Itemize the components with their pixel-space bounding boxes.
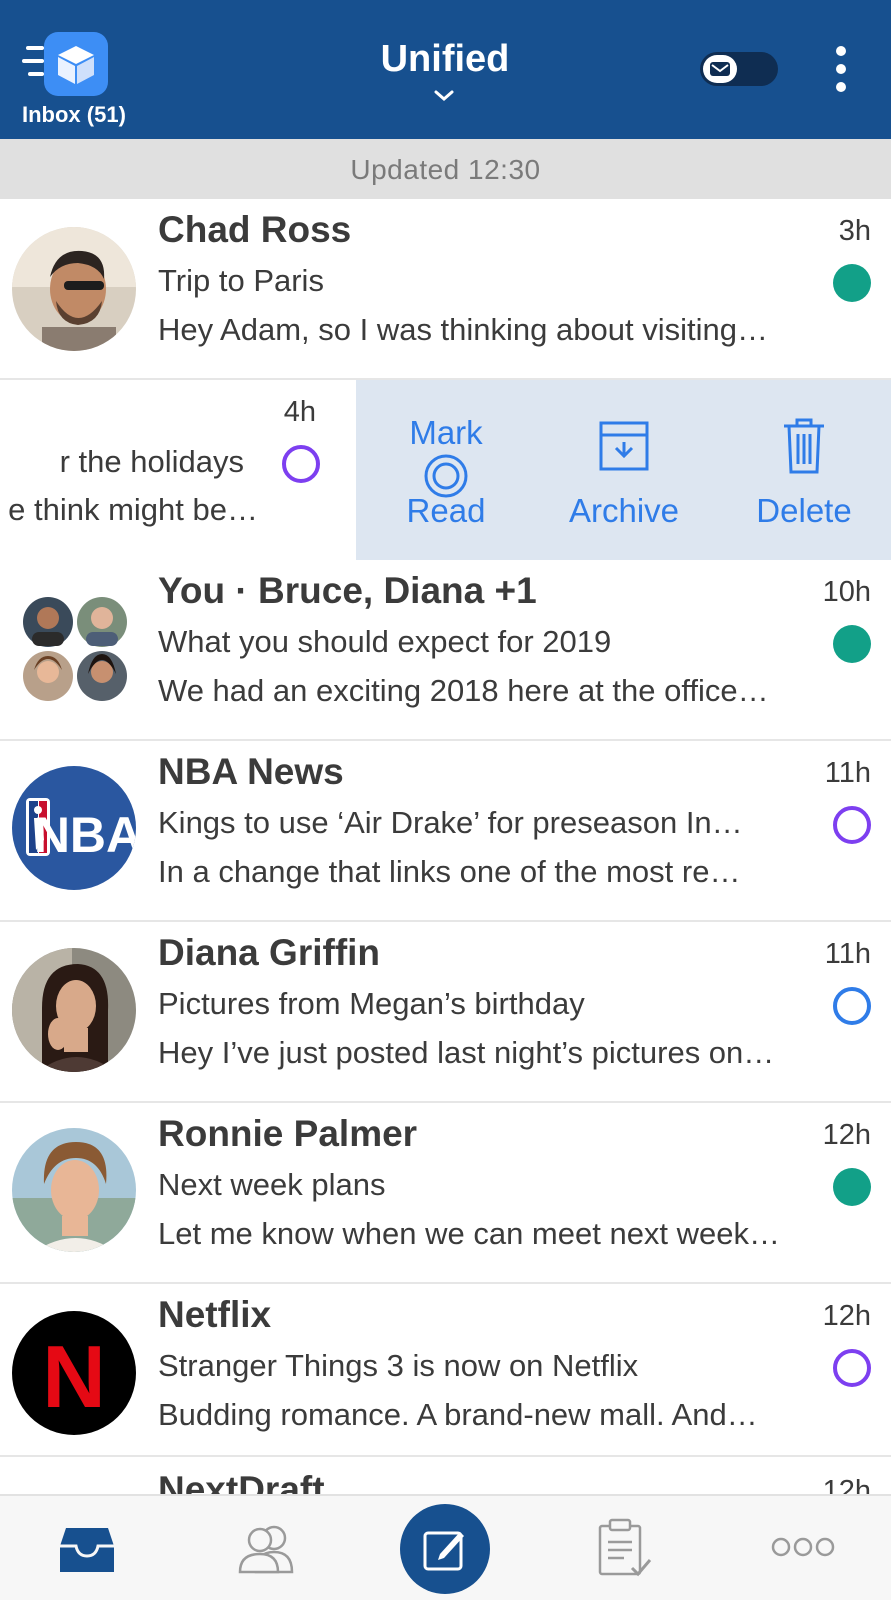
message-preview: e think might be… [8,492,258,527]
swipe-actions-panel: Mark Read Archive Delete [356,380,891,560]
cube-icon [44,32,108,96]
mail-icon [703,55,737,83]
more-icon [771,1537,835,1557]
archive-label: Archive [568,492,680,529]
netflix-wordmark: N [42,1327,106,1426]
message-subject: r the holidays [59,444,244,479]
nba-wordmark: NBA [34,807,136,863]
message-preview: Hey Adam, so I was thinking about visiti… [158,312,768,347]
avatar [12,227,136,351]
mark-read-label-bottom: Read [406,492,486,529]
sender-name: NextDraft [158,1469,325,1494]
page-title[interactable]: Unified [345,38,545,81]
trash-icon [784,418,824,474]
message-time: 12h [822,1119,871,1151]
more-tab[interactable] [744,1496,864,1600]
avatar [12,1128,136,1252]
contacts-icon [238,1525,294,1574]
updated-timestamp: Updated 12:30 [350,154,541,185]
message-row[interactable]: Ronnie Palmer 12h Next week plans Let me… [0,1103,891,1284]
message-subject: Stranger Things 3 is now on Netflix [158,1348,639,1383]
sender-name: NBA News [158,751,344,792]
unread-indicator[interactable] [833,1168,871,1206]
message-row[interactable]: You · Bruce, Diana +1 10h What you shoul… [0,560,891,741]
chevron-down-icon[interactable] [432,88,456,104]
message-preview: Hey I’ve just posted last night’s pictur… [158,1035,775,1070]
message-preview: Budding romance. A brand-new mall. And… [158,1397,758,1432]
message-row[interactable]: Chad Ross 3h Trip to Paris Hey Adam, so … [0,199,891,380]
sender-name: Netflix [158,1294,272,1335]
message-time: 10h [822,576,871,608]
message-time: 12h [822,1475,871,1494]
unread-indicator[interactable] [833,987,871,1025]
message-time: 4h [283,396,316,428]
message-row[interactable]: NBA NBA News 11h Kings to use ‘Air Drake… [0,741,891,922]
bottom-navigation [0,1494,891,1600]
compose-icon [423,1531,464,1571]
unread-indicator[interactable] [833,806,871,844]
menu-lines-icon [22,46,44,78]
unread-indicator[interactable] [833,625,871,663]
message-preview: In a change that links one of the most r… [158,854,741,889]
message-row[interactable]: N Netflix 12h Stranger Things 3 is now o… [0,1284,891,1457]
netflix-logo-avatar: N [12,1311,136,1435]
sender-name: Diana Griffin [158,932,381,973]
unread-indicator[interactable] [833,264,871,302]
message-row[interactable]: Diana Griffin 11h Pictures from Megan’s … [0,922,891,1103]
inbox-count-label: Inbox (51) [22,102,126,127]
message-subject: Pictures from Megan’s birthday [158,986,585,1021]
sync-status-bar: Updated 12:30 [0,139,891,199]
message-preview: We had an exciting 2018 here at the offi… [158,673,769,708]
sender-name: Ronnie Palmer [158,1113,418,1154]
message-preview: Let me know when we can meet next week… [158,1216,781,1251]
mark-read-button[interactable]: Mark Read [356,380,536,560]
group-avatar [22,596,128,702]
kebab-icon[interactable] [826,44,856,94]
unread-indicator[interactable] [282,445,320,483]
compose-button[interactable] [400,1504,490,1594]
message-subject: Next week plans [158,1167,386,1202]
sender-name: Chad Ross [158,209,352,250]
swiped-message-content[interactable]: 4h r the holidays e think might be… [0,380,356,560]
swiped-message-row[interactable]: 4h r the holidays e think might be… Mark… [0,380,891,560]
inbox-tab[interactable] [28,1496,148,1600]
unread-indicator[interactable] [833,1349,871,1387]
message-time: 11h [824,938,871,970]
message-row[interactable]: NextDraft 12h [0,1457,891,1494]
tasks-icon [598,1518,652,1577]
delete-button[interactable]: Delete [714,380,891,560]
avatar [12,948,136,1072]
mark-read-label-top: Mark [409,414,483,451]
delete-label: Delete [756,492,852,529]
tasks-tab[interactable] [562,1496,682,1600]
message-subject: Trip to Paris [158,263,324,298]
archive-button[interactable]: Archive [534,380,714,560]
inbox-icon [60,1528,114,1572]
message-subject: What you should expect for 2019 [158,624,612,659]
contacts-tab[interactable] [206,1496,326,1600]
sender-name: You · Bruce, Diana +1 [158,570,537,611]
archive-icon [599,421,649,471]
nba-logo-avatar: NBA [12,766,136,890]
message-subject: Kings to use ‘Air Drake’ for preseason I… [158,805,743,840]
app-header: Inbox (51) Unified [0,0,891,139]
inbox-switcher[interactable]: Inbox (51) [18,32,138,132]
message-time: 11h [824,757,871,789]
focus-toggle[interactable] [700,52,778,86]
message-time: 12h [822,1300,871,1332]
message-time: 3h [838,215,871,247]
